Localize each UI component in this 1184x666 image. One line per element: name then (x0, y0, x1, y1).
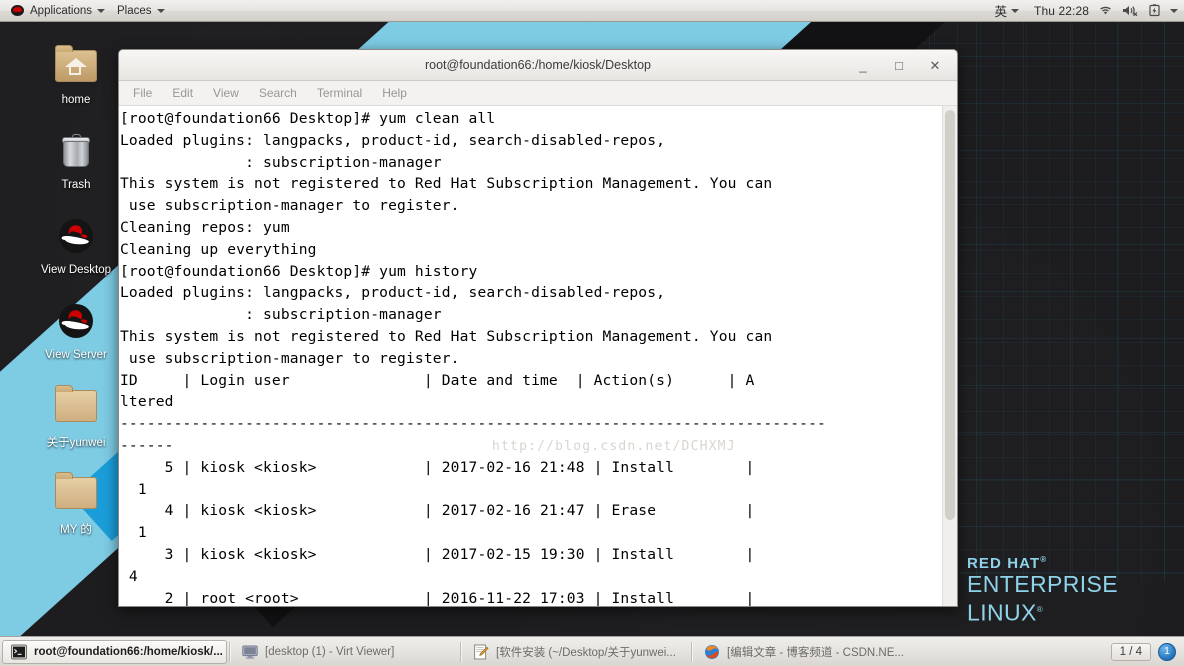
desktop-icon-label: MY 的 (60, 524, 92, 536)
terminal-body[interactable]: [root@foundation66 Desktop]# yum clean a… (119, 106, 957, 606)
taskbar-item-label: root@foundation66:/home/kiosk/... (34, 645, 223, 658)
places-menu[interactable]: Places (111, 0, 171, 22)
applications-menu-label: Applications (30, 4, 93, 17)
redhat-logo-icon (10, 4, 25, 17)
workspace-switcher[interactable]: 1 (1158, 642, 1176, 661)
chevron-down-icon (1011, 8, 1020, 13)
trash-icon (52, 127, 100, 175)
taskbar-separator (229, 641, 231, 662)
taskbar-item-label: [编辑文章 - 博客频道 - CSDN.NE... (727, 646, 904, 659)
maximize-button[interactable]: □ (891, 57, 907, 73)
places-menu-label: Places (117, 4, 152, 17)
taskbar-item-label: [软件安装 (~/Desktop/关于yunwei... (496, 646, 676, 659)
desktop-icon-view-desktop[interactable]: View Desktop (30, 212, 122, 276)
redhat-shadowman-icon (52, 297, 100, 345)
terminal-window[interactable]: root@foundation66:/home/kiosk/Desktop _ … (118, 49, 958, 607)
chevron-down-icon (97, 8, 106, 13)
menu-view[interactable]: View (211, 85, 241, 101)
minimize-button[interactable]: _ (855, 57, 871, 73)
volume-muted-icon[interactable] (1122, 4, 1139, 17)
taskbar-item-virt-viewer[interactable]: [desktop (1) - Virt Viewer] (233, 640, 458, 664)
firefox-icon (704, 644, 720, 660)
terminal-title: root@foundation66:/home/kiosk/Desktop (424, 58, 651, 72)
folder-icon (52, 469, 100, 517)
home-folder-icon (52, 42, 100, 90)
desktop-icon-guanyu-yunwei[interactable]: 关于yunwei (30, 382, 122, 450)
desktop-icon-home[interactable]: home (30, 42, 122, 106)
close-button[interactable]: ✕ (927, 57, 943, 73)
taskbar-item-terminal[interactable]: root@foundation66:/home/kiosk/... (2, 639, 227, 664)
applications-menu[interactable]: Applications (4, 0, 111, 22)
menu-edit[interactable]: Edit (170, 85, 195, 101)
desktop-icon-label: View Desktop (40, 264, 112, 276)
menu-file[interactable]: File (131, 85, 154, 101)
monitor-icon (242, 644, 258, 660)
window-count-badge[interactable]: 1 / 4 (1110, 642, 1151, 661)
taskbar-item-software-install[interactable]: [软件安装 (~/Desktop/关于yunwei... (464, 640, 689, 664)
taskbar-separator (460, 641, 462, 662)
desktop-icon-label: Trash (61, 179, 91, 191)
terminal-scrollbar[interactable] (942, 106, 957, 606)
taskbar-item-firefox[interactable]: [编辑文章 - 博客频道 - CSDN.NE... (695, 640, 920, 664)
terminal-menu-bar: File Edit View Search Terminal Help (119, 81, 957, 106)
window-controls: _ □ ✕ (855, 57, 957, 73)
desktop-icon-label: home (61, 94, 91, 106)
redhat-shadowman-icon (52, 212, 100, 260)
battery-icon[interactable] (1148, 4, 1161, 17)
folder-icon (52, 382, 100, 430)
taskbar-right: 1 / 4 1 (1110, 642, 1184, 661)
top-panel-tray: 英 Thu 22:28 (989, 0, 1184, 22)
menu-terminal[interactable]: Terminal (315, 85, 364, 101)
taskbar-item-label: [desktop (1) - Virt Viewer] (265, 645, 395, 658)
input-method-indicator[interactable]: 英 (989, 0, 1026, 22)
terminal-output[interactable]: [root@foundation66 Desktop]# yum clean a… (119, 106, 942, 606)
chevron-down-icon (156, 8, 165, 13)
menu-search[interactable]: Search (257, 85, 299, 101)
taskbar-separator (691, 641, 693, 662)
input-method-label: 英 (994, 5, 1008, 19)
menu-help[interactable]: Help (380, 85, 409, 101)
terminal-scrollbar-thumb[interactable] (945, 110, 955, 520)
clock[interactable]: Thu 22:28 (1034, 4, 1089, 18)
desktop-icon-label: View Server (45, 349, 107, 361)
desktop-icon-my-de[interactable]: MY 的 (30, 469, 122, 537)
desktop-icon-trash[interactable]: Trash (30, 127, 122, 191)
editor-icon (473, 644, 489, 660)
top-panel-left: Applications Places (0, 0, 171, 22)
terminal-icon (11, 644, 27, 660)
chevron-down-icon[interactable] (1170, 8, 1178, 13)
desktop-icon-view-server[interactable]: View Server (30, 297, 122, 361)
taskbar: root@foundation66:/home/kiosk/... [deskt… (0, 636, 1184, 666)
desktop-icon-label: 关于yunwei (46, 437, 106, 449)
terminal-title-bar[interactable]: root@foundation66:/home/kiosk/Desktop _ … (119, 50, 957, 81)
desktop-screen: RED HAT® ENTERPRISE LINUX® home Trash Vi… (0, 0, 1184, 666)
top-panel: Applications Places 英 Thu 22:28 (0, 0, 1184, 22)
wifi-icon[interactable] (1098, 4, 1113, 17)
